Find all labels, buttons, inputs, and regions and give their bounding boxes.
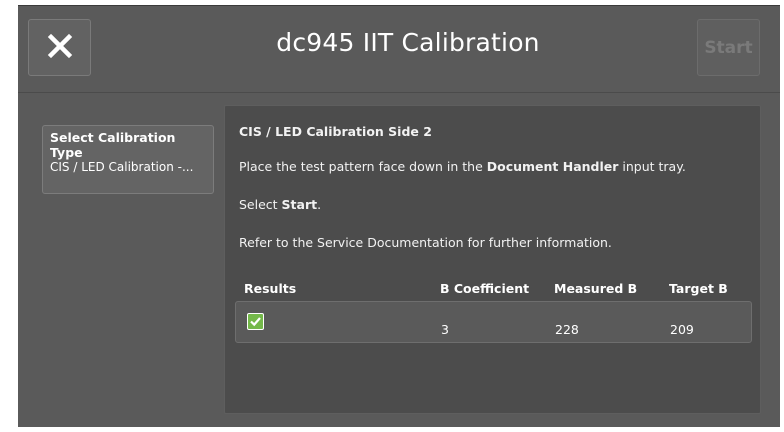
select-bold: Start — [281, 197, 318, 212]
results-row: 3 228 209 — [235, 301, 752, 343]
header-divider — [18, 92, 780, 93]
page-title: dc945 IIT Calibration — [276, 28, 540, 57]
target-b-value: 209 — [670, 322, 694, 337]
calibration-type-value: CIS / LED Calibration -... — [50, 160, 194, 174]
select-suffix: . — [317, 197, 322, 212]
calibration-panel: CIS / LED Calibration Side 2 Place the t… — [224, 105, 761, 414]
close-icon — [47, 33, 73, 63]
close-button[interactable] — [28, 19, 91, 76]
instruction-bold: Document Handler — [486, 159, 619, 174]
calibration-type-label: Select Calibration Type — [50, 130, 176, 160]
column-b-coefficient: B Coefficient — [440, 281, 530, 296]
select-start-text: Select Start. — [239, 197, 321, 212]
select-calibration-type-button[interactable]: Select Calibration Type CIS / LED Calibr… — [42, 125, 214, 194]
results-header: Results B Coefficient Measured B Target … — [235, 278, 752, 300]
column-target-b: Target B — [669, 281, 728, 296]
check-icon — [247, 313, 264, 330]
b-coefficient-value: 3 — [441, 322, 449, 337]
calibration-screen: dc945 IIT Calibration Start Select Calib… — [18, 5, 780, 427]
instruction-prefix: Place the test pattern face down in the — [239, 159, 487, 174]
column-results: Results — [244, 281, 297, 296]
refer-text: Refer to the Service Documentation for f… — [239, 235, 612, 250]
select-prefix: Select — [239, 197, 282, 212]
start-button[interactable]: Start — [697, 19, 760, 76]
instruction-text: Place the test pattern face down in the … — [239, 159, 686, 174]
column-measured-b: Measured B — [554, 281, 638, 296]
instruction-suffix: input tray. — [618, 159, 686, 174]
measured-b-value: 228 — [555, 322, 579, 337]
panel-heading: CIS / LED Calibration Side 2 — [239, 124, 432, 139]
